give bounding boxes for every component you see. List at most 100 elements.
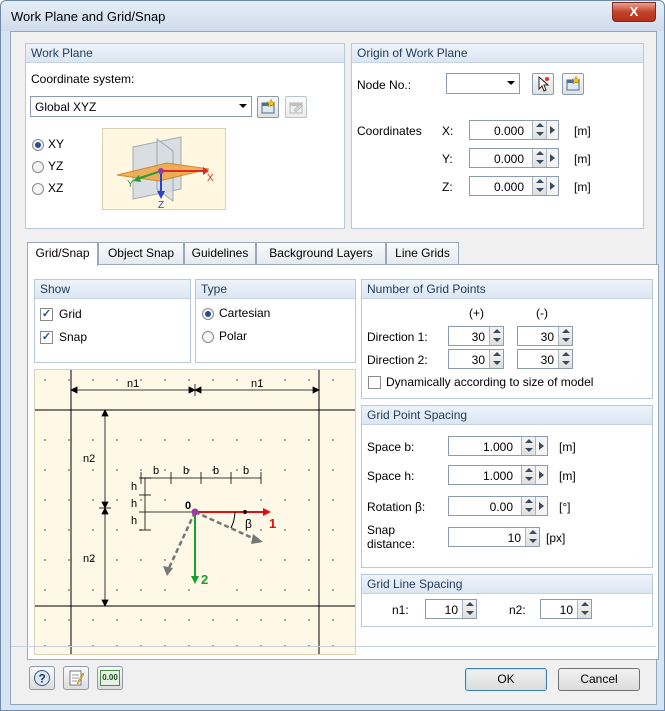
- coord-x-value: 0.000: [493, 124, 524, 138]
- snap-distance-input[interactable]: 10: [448, 527, 540, 547]
- type-polar-radio[interactable]: [202, 331, 214, 343]
- axis-2-arrowhead: [191, 576, 199, 584]
- space-h-input[interactable]: 1.000: [448, 465, 548, 485]
- expand-arrow-icon[interactable]: [535, 437, 547, 455]
- spin-icon[interactable]: [558, 350, 572, 368]
- icon-x-label: X: [207, 173, 214, 184]
- coord-y-axis-label: Y:: [442, 152, 453, 166]
- plane-yz-radio[interactable]: [32, 161, 44, 173]
- n1-value: 10: [444, 603, 458, 617]
- line-spacing-header: Grid Line Spacing: [362, 575, 652, 594]
- coordinates-label: Coordinates: [357, 124, 422, 138]
- grid-diagram-drawing: n1 n1 n2 n2 b b b b h h h 0 β 1 2: [35, 370, 355, 654]
- spin-icon[interactable]: [558, 327, 572, 345]
- number-format-icon-text: 0.00: [102, 673, 118, 682]
- coord-z-input[interactable]: 0.000: [469, 176, 559, 196]
- expand-arrow-icon[interactable]: [535, 466, 547, 484]
- spin-icon[interactable]: [521, 437, 535, 455]
- plus-column-label: (+): [469, 306, 484, 320]
- direction-1-plus-input[interactable]: 30: [448, 326, 504, 346]
- spin-icon[interactable]: [532, 149, 546, 167]
- n2-label: n2:: [509, 603, 526, 617]
- n2-value: 10: [559, 603, 573, 617]
- ok-button[interactable]: OK: [465, 668, 547, 691]
- spin-icon[interactable]: [532, 177, 546, 195]
- help-button[interactable]: ?: [29, 666, 55, 690]
- h-label-1: h: [131, 481, 137, 493]
- work-plane-group: Work Plane Coordinate system: Global XYZ…: [25, 43, 345, 229]
- direction-2-minus-input[interactable]: 30: [517, 349, 573, 369]
- spin-icon[interactable]: [577, 600, 591, 618]
- chevron-down-icon: [239, 104, 247, 108]
- spin-icon[interactable]: [489, 327, 503, 345]
- tab-grid-snap[interactable]: Grid/Snap: [27, 242, 98, 266]
- plane-xy-radio[interactable]: [32, 139, 44, 151]
- type-cartesian-radio[interactable]: [202, 308, 214, 320]
- beta-arc: [230, 511, 236, 529]
- origin-group: Origin of Work Plane Node No.: Coordinat…: [351, 43, 644, 229]
- rotated-axis-1-head: [251, 534, 263, 544]
- snap-distance-value: 10: [507, 531, 521, 545]
- type-header: Type: [196, 280, 355, 299]
- chevron-down-icon: [507, 81, 515, 85]
- spin-icon[interactable]: [532, 121, 546, 139]
- plane-xy-label: XY: [48, 137, 65, 151]
- spacing-header: Grid Point Spacing: [362, 406, 652, 425]
- plane-xz-radio[interactable]: [32, 183, 44, 195]
- show-snap-label: Snap: [59, 330, 88, 344]
- axis-1-arrowhead: [263, 508, 271, 516]
- b-label-2: b: [183, 465, 189, 477]
- coord-y-input[interactable]: 0.000: [469, 148, 559, 168]
- tab-guidelines[interactable]: Guidelines: [184, 242, 256, 265]
- close-button[interactable]: X: [612, 2, 656, 22]
- n1-label: n1:: [392, 603, 409, 617]
- rotation-label: Rotation β:: [367, 500, 426, 514]
- direction-2-plus-input[interactable]: 30: [448, 349, 504, 369]
- coord-x-axis-label: X:: [442, 124, 454, 138]
- new-node-button[interactable]: [562, 73, 584, 95]
- spin-icon[interactable]: [462, 600, 476, 618]
- number-format-icon: 0.00: [100, 670, 120, 686]
- space-h-label: Space h:: [367, 469, 415, 483]
- space-b-input[interactable]: 1.000: [448, 436, 548, 456]
- h-label-3: h: [131, 515, 137, 527]
- icon-z-label: Z: [158, 200, 164, 209]
- edit-icon: [289, 102, 303, 114]
- plane-yz-label: YZ: [48, 159, 64, 173]
- grid-snap-panel: Show ✓ Grid ✓ Snap Type Cartesian Polar: [27, 264, 659, 660]
- direction-2-label: Direction 2:: [367, 353, 428, 367]
- tab-line-grids[interactable]: Line Grids: [386, 242, 459, 265]
- tab-background-layers[interactable]: Background Layers: [256, 242, 386, 265]
- spin-icon[interactable]: [525, 528, 539, 546]
- expand-arrow-icon[interactable]: [535, 497, 547, 515]
- cancel-button[interactable]: Cancel: [558, 668, 640, 691]
- rotation-input[interactable]: 0.00: [448, 496, 548, 516]
- spin-icon[interactable]: [521, 497, 535, 515]
- grid-points-group: Number of Grid Points (+) (-) Direction …: [361, 279, 653, 399]
- n1-input[interactable]: 10: [425, 599, 477, 619]
- direction-1-minus-input[interactable]: 30: [517, 326, 573, 346]
- plane-xz-label: XZ: [48, 181, 64, 195]
- new-coordinate-system-button[interactable]: [257, 96, 279, 118]
- coordinate-system-select[interactable]: Global XYZ: [30, 96, 252, 117]
- spin-icon[interactable]: [521, 466, 535, 484]
- edit-coordinate-system-button[interactable]: [285, 96, 307, 118]
- title-bar[interactable]: Work Plane and Grid/Snap X: [1, 1, 664, 31]
- coord-x-input[interactable]: 0.000: [469, 120, 559, 140]
- dynamic-grid-checkbox[interactable]: [368, 376, 381, 389]
- show-snap-checkbox[interactable]: ✓: [40, 331, 53, 344]
- pick-node-button[interactable]: [532, 73, 554, 95]
- window-title: Work Plane and Grid/Snap: [11, 9, 166, 24]
- edit-comment-button[interactable]: [63, 666, 89, 690]
- minus-column-label: (-): [536, 306, 548, 320]
- expand-arrow-icon[interactable]: [546, 149, 558, 167]
- show-grid-checkbox[interactable]: ✓: [40, 308, 53, 321]
- n2-input[interactable]: 10: [540, 599, 592, 619]
- numeric-format-button[interactable]: 0.00: [97, 666, 123, 690]
- spin-icon[interactable]: [489, 350, 503, 368]
- tab-object-snap[interactable]: Object Snap: [98, 242, 184, 265]
- node-number-select[interactable]: [446, 73, 520, 94]
- b-label-4: b: [243, 465, 249, 477]
- expand-arrow-icon[interactable]: [546, 121, 558, 139]
- expand-arrow-icon[interactable]: [546, 177, 558, 195]
